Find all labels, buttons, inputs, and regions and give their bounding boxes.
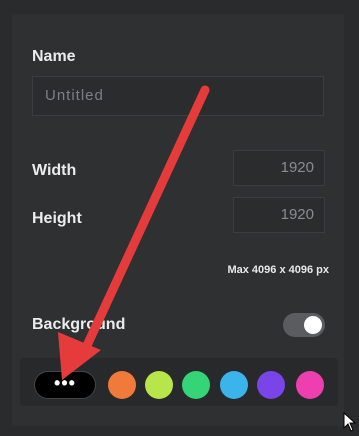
height-input[interactable]: 1920 xyxy=(233,197,325,233)
swatch-green[interactable] xyxy=(182,371,210,399)
max-size-hint: Max 4096 x 4096 px xyxy=(227,264,329,276)
background-toggle[interactable] xyxy=(283,313,325,337)
swatch-orange[interactable] xyxy=(108,371,136,399)
width-label: Width xyxy=(32,162,77,179)
new-design-panel: Name Untitled Width 1920 Height 1920 Max… xyxy=(0,0,359,436)
name-input[interactable]: Untitled xyxy=(32,76,324,116)
mouse-cursor-icon xyxy=(343,412,357,432)
width-input[interactable]: 1920 xyxy=(233,150,325,186)
swatch-lime[interactable] xyxy=(145,371,173,399)
height-label: Height xyxy=(32,210,82,227)
toggle-knob xyxy=(304,316,322,334)
more-colors-button[interactable]: ••• xyxy=(34,371,96,399)
swatch-purple[interactable] xyxy=(257,371,285,399)
swatch-blue[interactable] xyxy=(220,371,248,399)
name-label: Name xyxy=(32,48,76,65)
swatch-pink[interactable] xyxy=(296,371,324,399)
background-label: Background xyxy=(32,316,126,333)
